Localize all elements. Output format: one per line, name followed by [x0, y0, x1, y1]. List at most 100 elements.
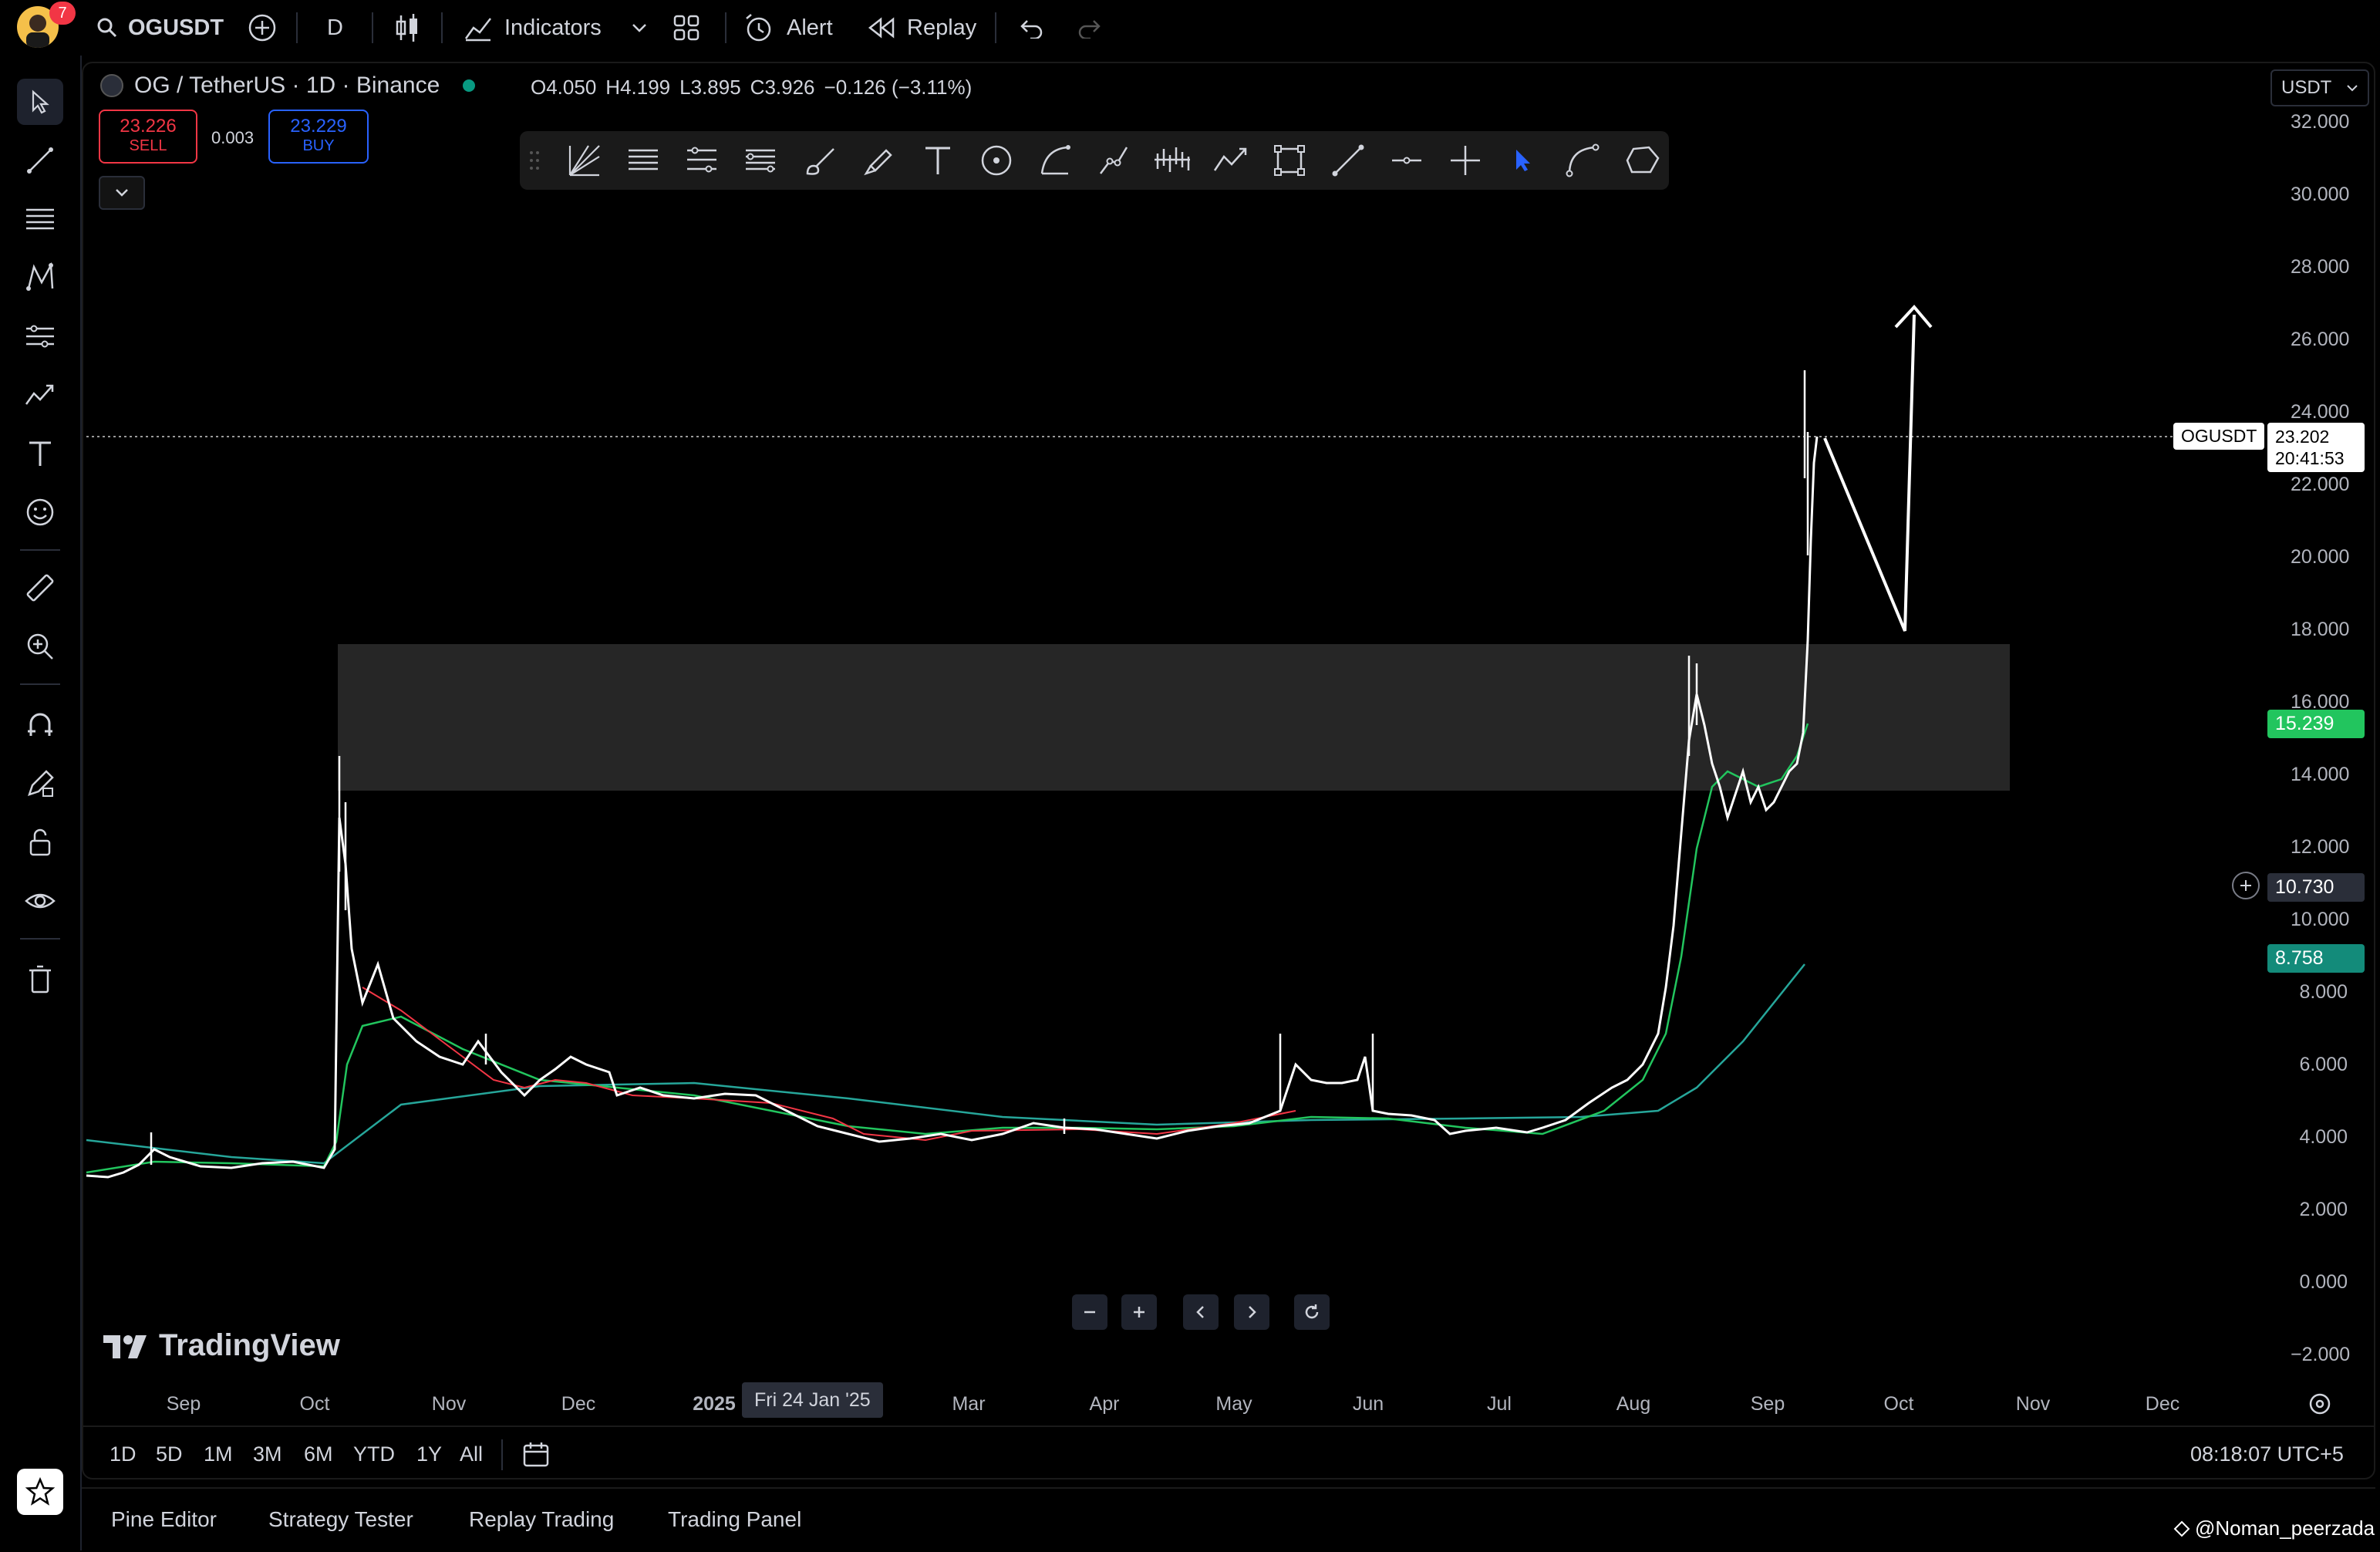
fib-extension-icon	[687, 147, 716, 173]
brush-tool[interactable]	[797, 137, 844, 184]
price-tick: 32.000	[2291, 111, 2350, 133]
open-value: O4.050	[531, 76, 597, 99]
bottom-panel	[82, 1487, 2375, 1552]
zoom-in-button[interactable]	[1121, 1294, 1157, 1330]
time-tick: Mar	[952, 1393, 986, 1415]
floating-drawing-toolbar	[520, 131, 1669, 190]
drag-handle-icon	[530, 151, 539, 170]
highlighter-tool[interactable]	[856, 137, 902, 184]
buy-price: 23.229	[290, 116, 347, 137]
time-tick: Aug	[1616, 1393, 1651, 1415]
projection-tool[interactable]	[1208, 137, 1254, 184]
price-tick: 8.000	[2299, 981, 2348, 1003]
price-tick: 2.000	[2299, 1199, 2348, 1220]
time-tick: Sep	[1750, 1393, 1785, 1415]
cursor-tool[interactable]	[1501, 137, 1547, 184]
time-tick: Oct	[299, 1393, 330, 1415]
trendline-tool[interactable]	[1325, 137, 1371, 184]
tab-trading-panel[interactable]: Trading Panel	[668, 1507, 801, 1532]
arc-tool[interactable]	[1032, 137, 1078, 184]
reset-icon	[1305, 1304, 1319, 1319]
chevron-right-icon	[1249, 1306, 1256, 1318]
chevron-down-icon	[2347, 85, 2358, 92]
sell-button[interactable]: 23.226 SELL	[99, 110, 197, 164]
chart-settings-button[interactable]	[2306, 1390, 2334, 1418]
range-ytd[interactable]: YTD	[353, 1442, 395, 1466]
high-value: H4.199	[605, 76, 671, 99]
scroll-left-button[interactable]	[1183, 1294, 1219, 1330]
range-1m[interactable]: 1M	[204, 1442, 233, 1466]
zoom-out-button[interactable]	[1072, 1294, 1107, 1330]
cursor-icon	[1516, 150, 1530, 171]
circle-tool[interactable]	[973, 137, 1020, 184]
clock[interactable]: 08:18:07 UTC+5	[2190, 1442, 2344, 1466]
text-icon	[925, 147, 950, 174]
rectangle-tool[interactable]	[1266, 137, 1313, 184]
crosshair-price-label: 10.730	[2267, 873, 2365, 902]
mid-moving-average	[362, 987, 1296, 1142]
go-to-date-button[interactable]	[521, 1439, 552, 1470]
text-tool[interactable]	[915, 137, 961, 184]
tab-strategy-tester[interactable]: Strategy Tester	[268, 1507, 413, 1532]
watermark-label: TradingView	[159, 1328, 340, 1362]
sell-price: 23.226	[120, 116, 177, 137]
range-3m[interactable]: 3M	[253, 1442, 282, 1466]
time-tick: May	[1215, 1393, 1252, 1415]
cross-line-tool[interactable]	[1442, 137, 1488, 184]
time-tick: Sep	[166, 1393, 201, 1415]
rectangle-icon	[1274, 145, 1305, 176]
buy-button[interactable]: 23.229 BUY	[268, 110, 369, 164]
fast-moving-average	[86, 723, 1809, 1174]
curve-tool[interactable]	[1559, 137, 1606, 184]
low-value: L3.895	[679, 76, 741, 99]
range-1y[interactable]: 1Y	[416, 1442, 442, 1466]
range-5d[interactable]: 5D	[156, 1442, 183, 1466]
buy-label: BUY	[302, 137, 335, 154]
tradingview-watermark: TradingView	[103, 1328, 340, 1363]
drag-handle[interactable]	[523, 137, 546, 184]
currency-label: USDT	[2281, 77, 2332, 98]
time-tick: Dec	[2145, 1393, 2180, 1415]
gann-fan-tool[interactable]	[561, 137, 608, 184]
ohlc-values: O4.050 H4.199 L3.895 C3.926 −0.126 (−3.1…	[531, 76, 972, 100]
path-icon	[1100, 147, 1128, 174]
price-axis[interactable]: 32.000 30.000 28.000 26.000 24.000 22.00…	[2260, 100, 2375, 1396]
path-tool[interactable]	[1091, 137, 1137, 184]
horizontal-ray-tool[interactable]	[1384, 137, 1430, 184]
polyline-tool[interactable]	[1618, 137, 1664, 184]
circle-icon	[981, 145, 1012, 176]
trendline-icon	[1332, 144, 1364, 177]
fib-retracement-tool[interactable]	[620, 137, 666, 184]
arc-icon	[1040, 145, 1070, 175]
range-all[interactable]: All	[460, 1442, 483, 1466]
plus-icon	[1134, 1307, 1144, 1318]
price-tick: 14.000	[2291, 764, 2350, 785]
legend-collapse-button[interactable]	[99, 176, 145, 210]
price-tick: 10.000	[2291, 909, 2350, 930]
time-tick: Apr	[1089, 1393, 1120, 1415]
bars-pattern-icon	[1155, 147, 1190, 172]
add-alert-crosshair-button[interactable]	[2232, 872, 2260, 899]
polygon-icon	[1626, 146, 1660, 174]
tradingview-logo-icon	[103, 1334, 147, 1358]
symbol-tag-label: OGUSDT	[2181, 426, 2257, 446]
symbol-legend[interactable]: OG / TetherUS · 1D · Binance	[100, 73, 476, 99]
bars-pattern-tool[interactable]	[1149, 137, 1195, 184]
divider	[501, 1439, 503, 1470]
tab-pine-editor[interactable]: Pine Editor	[111, 1507, 217, 1532]
time-tick: 2025	[693, 1393, 736, 1415]
last-price-label: 23.202 20:41:53	[2267, 423, 2365, 472]
chevron-down-icon	[116, 189, 128, 197]
tab-replay-trading[interactable]: Replay Trading	[469, 1507, 614, 1532]
crosshair-date-value: Fri 24 Jan '25	[754, 1388, 871, 1411]
symbol-price-tag: OGUSDT	[2173, 423, 2265, 450]
time-tick: Jun	[1352, 1393, 1384, 1415]
market-status-dot	[463, 79, 476, 92]
fib-extension-tool[interactable]	[679, 137, 725, 184]
scroll-right-button[interactable]	[1234, 1294, 1269, 1330]
range-1d[interactable]: 1D	[110, 1442, 137, 1466]
reset-chart-button[interactable]	[1294, 1294, 1330, 1330]
fib-channel-tool[interactable]	[737, 137, 784, 184]
range-6m[interactable]: 6M	[304, 1442, 333, 1466]
fib-lines-icon	[629, 149, 658, 170]
